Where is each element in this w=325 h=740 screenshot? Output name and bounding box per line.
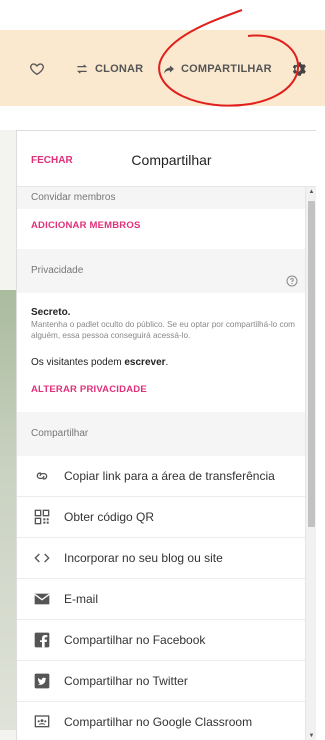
background-page-strip [0,130,16,740]
panel-title: Compartilhar [131,152,212,168]
google-classroom-icon [33,713,51,731]
share-button[interactable]: COMPARTILHAR [163,58,272,80]
share-item-label: Incorporar no seu blog ou site [64,551,223,565]
share-item-email[interactable]: E-mail [17,579,316,620]
facebook-icon [33,631,51,649]
gear-icon [289,60,307,78]
share-item-label: Compartilhar no Twitter [64,674,188,688]
share-options-list: Copiar link para a área de transferência… [17,456,316,740]
share-item-label: Compartilhar no Google Classroom [64,715,253,729]
share-item-label: E-mail [64,592,99,606]
padlet-toolbar: CLONAR COMPARTILHAR [0,30,325,106]
screenshot-stage: CLONAR COMPARTILHAR FECHAR Compartilhar … [0,0,325,740]
share-label: COMPARTILHAR [181,63,272,75]
privacy-description: Mantenha o padlet oculto do público. Se … [31,320,295,340]
scroll-down-arrow-icon[interactable]: ▼ [307,731,316,740]
visitors-permission: Os visitantes podem escrever. [31,357,169,368]
qr-code-icon [33,508,51,526]
link-icon [33,467,51,485]
clone-icon [75,62,89,76]
scroll-up-arrow-icon[interactable]: ▲ [307,187,316,197]
privacy-level: Secreto. [31,307,71,318]
share-arrow-icon [163,63,175,75]
share-item-twitter[interactable]: Compartilhar no Twitter [17,661,316,702]
twitter-icon [33,672,51,690]
panel-scrollbar[interactable]: ▲ ▼ [305,187,316,740]
clone-button[interactable]: CLONAR [75,58,143,80]
invite-section-heading: Convidar membros [17,187,316,209]
share-item-embed[interactable]: Incorporar no seu blog ou site [17,538,316,579]
settings-button[interactable] [289,58,307,80]
share-panel: FECHAR Compartilhar Convidar membros ADI… [16,130,316,740]
help-icon[interactable] [286,263,298,307]
background-image [0,290,16,730]
privacy-heading-label: Privacidade [31,265,84,276]
privacy-details: Secreto. Mantenha o padlet oculto do púb… [17,293,316,368]
add-members-link[interactable]: ADICIONAR MEMBROS [17,209,316,249]
share-item-label: Copiar link para a área de transferência [64,469,275,483]
share-item-facebook[interactable]: Compartilhar no Facebook [17,620,316,661]
clone-label: CLONAR [95,63,144,75]
heart-outline-icon [29,61,45,77]
embed-code-icon [33,549,51,567]
email-icon [33,590,51,608]
share-item-label: Obter código QR [64,510,155,524]
panel-header: FECHAR Compartilhar [17,131,316,187]
share-section-heading: Compartilhar [17,412,316,456]
share-item-copy-link[interactable]: Copiar link para a área de transferência [17,456,316,497]
share-item-qr-code[interactable]: Obter código QR [17,497,316,538]
share-item-google-classroom[interactable]: Compartilhar no Google Classroom [17,702,316,740]
privacy-section-heading: Privacidade [17,249,316,293]
like-button[interactable] [29,58,45,80]
share-item-label: Compartilhar no Facebook [64,633,206,647]
scroll-thumb[interactable] [308,201,315,527]
change-privacy-link[interactable]: ALTERAR PRIVACIDADE [17,368,316,412]
